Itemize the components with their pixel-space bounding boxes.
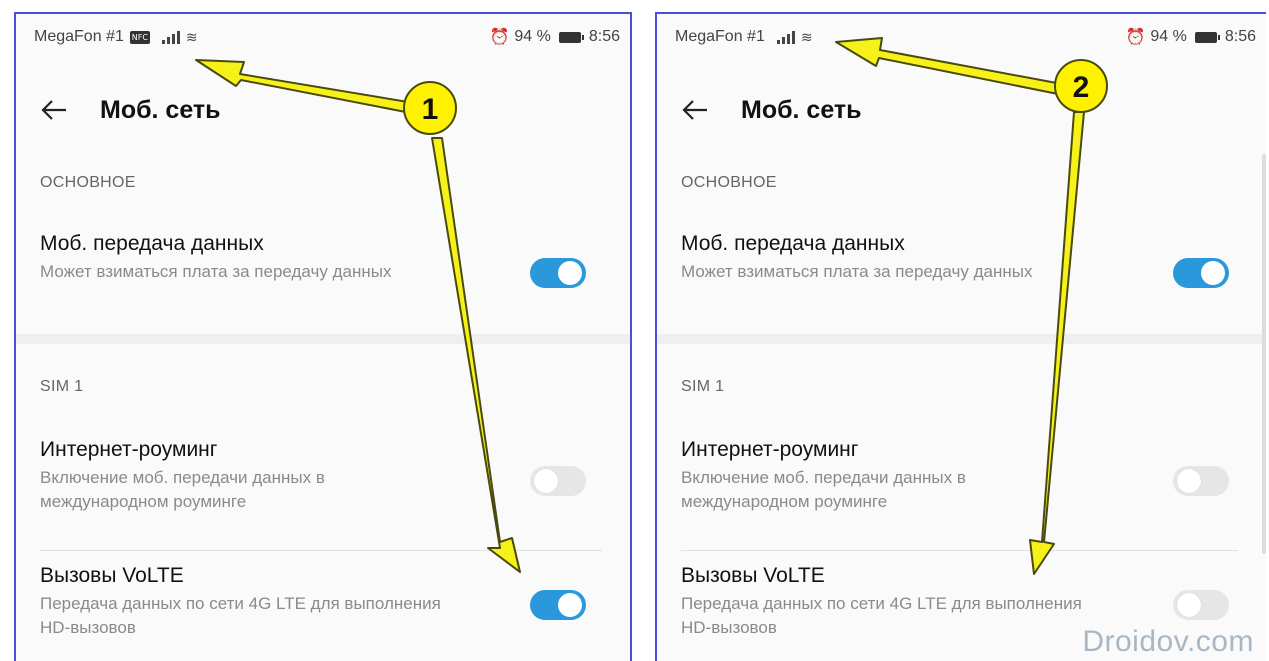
section-divider [16,334,630,344]
app-bar: Моб. сеть [677,92,862,128]
row-divider [681,550,1238,551]
page-title: Моб. сеть [741,95,862,124]
wifi-icon: ≋ [800,28,813,45]
alarm-icon: ⏰ [1125,29,1146,46]
battery-percent: 94 % [514,28,551,45]
nfc-icon: NFC [129,30,150,44]
internet-roaming-toggle[interactable] [1173,466,1229,496]
battery-percent: 94 % [1150,28,1187,45]
toggle-knob [1201,261,1225,285]
arrow-left-icon[interactable] [36,92,72,128]
setting-volte[interactable]: Вызовы VoLTE Передача данных по сети 4G … [40,564,602,640]
signal-icon [161,30,180,44]
setting-mobile-data[interactable]: Моб. передача данных Может взиматься пла… [40,232,602,284]
setting-title: Вызовы VoLTE [40,564,184,587]
signal-icon [776,30,795,44]
page-title: Моб. сеть [100,95,221,124]
setting-mobile-data[interactable]: Моб. передача данных Может взиматься пла… [681,232,1238,284]
internet-roaming-toggle[interactable] [530,466,586,496]
toggle-knob [1177,469,1201,493]
watermark: Droidov.com [1082,625,1254,658]
section-divider [657,334,1266,344]
toggle-knob [1177,593,1201,617]
row-divider [40,550,602,551]
setting-internet-roaming[interactable]: Интернет-роуминг Включение моб. передачи… [681,438,1238,514]
carrier-name: MegaFon #1 [34,28,124,45]
screen-right: MegaFon #1 ≋ ⏰ 94 % 8:56 Моб. сеть ОСНОВ… [655,12,1266,661]
volte-toggle[interactable] [530,590,586,620]
setting-title: Моб. передача данных [681,232,905,255]
battery-icon [558,31,584,43]
mobile-data-toggle[interactable] [1173,258,1229,288]
setting-title: Интернет-роуминг [681,438,859,461]
setting-description: Может взиматься плата за передачу данных [40,262,392,281]
setting-description: Включение моб. передачи данных в междуна… [40,468,325,511]
carrier-name: MegaFon #1 [675,28,765,45]
section-header-sim1: SIM 1 [40,378,84,395]
setting-description: Передача данных по сети 4G LTE для выпол… [681,594,1082,637]
status-bar: MegaFon #1 ≋ ⏰ 94 % 8:56 [675,24,1256,50]
setting-title: Интернет-роуминг [40,438,218,461]
battery-icon [1194,31,1220,43]
arrow-left-icon[interactable] [677,92,713,128]
volte-toggle[interactable] [1173,590,1229,620]
wifi-icon: ≋ [185,28,198,45]
setting-description: Может взиматься плата за передачу данных [681,262,1033,281]
clock: 8:56 [1224,28,1256,45]
setting-internet-roaming[interactable]: Интернет-роуминг Включение моб. передачи… [40,438,602,514]
setting-description: Передача данных по сети 4G LTE для выпол… [40,594,441,637]
toggle-knob [534,469,558,493]
setting-title: Моб. передача данных [40,232,264,255]
setting-title: Вызовы VoLTE [681,564,825,587]
setting-description: Включение моб. передачи данных в междуна… [681,468,966,511]
alarm-icon: ⏰ [489,29,510,46]
toggle-knob [558,593,582,617]
section-header-sim1: SIM 1 [681,378,725,395]
section-header-main: ОСНОВНОЕ [40,174,136,191]
mobile-data-toggle[interactable] [530,258,586,288]
scrollbar[interactable] [1262,154,1266,554]
app-bar: Моб. сеть [36,92,221,128]
status-bar: MegaFon #1 NFC ≋ ⏰ 94 % 8:56 [34,24,620,50]
clock: 8:56 [588,28,620,45]
section-header-main: ОСНОВНОЕ [681,174,777,191]
toggle-knob [558,261,582,285]
screen-left: MegaFon #1 NFC ≋ ⏰ 94 % 8:56 Моб. сеть О… [14,12,632,661]
